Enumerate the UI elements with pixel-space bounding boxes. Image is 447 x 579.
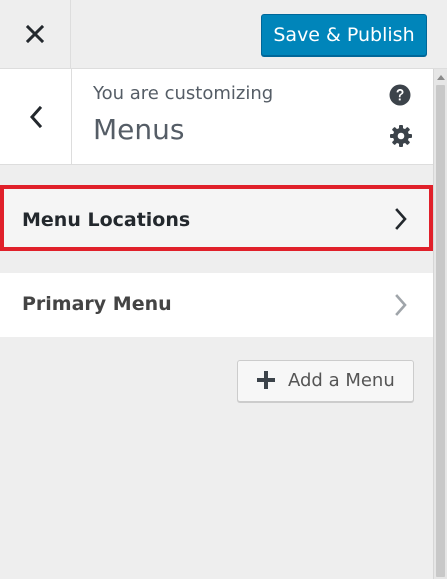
customizing-label: You are customizing (93, 83, 274, 104)
plus-icon (257, 371, 275, 389)
section-primary-menu[interactable]: Primary Menu (0, 273, 433, 337)
back-button[interactable] (0, 69, 72, 164)
panel-info-header: You are customizing Menus (0, 69, 433, 165)
save-publish-button[interactable]: Save & Publish (261, 14, 427, 56)
help-icon[interactable] (389, 84, 411, 106)
close-button[interactable] (0, 0, 71, 68)
add-menu-label: Add a Menu (288, 370, 395, 391)
scrollbar[interactable] (433, 69, 447, 579)
scrollbar-thumb[interactable] (436, 85, 445, 577)
section-label: Primary Menu (22, 293, 172, 315)
gear-icon[interactable] (389, 124, 413, 148)
chevron-right-icon (395, 294, 407, 316)
add-menu-button[interactable]: Add a Menu (237, 360, 414, 402)
page-title: Menus (93, 113, 185, 146)
customizer-header: Save & Publish (0, 0, 447, 69)
chevron-left-icon (29, 105, 42, 128)
close-icon (26, 25, 44, 43)
chevron-right-icon (395, 208, 407, 230)
section-menu-locations[interactable]: Menu Locations (0, 185, 433, 251)
section-label: Menu Locations (22, 209, 191, 231)
scroll-up-arrow-icon[interactable] (434, 69, 447, 85)
